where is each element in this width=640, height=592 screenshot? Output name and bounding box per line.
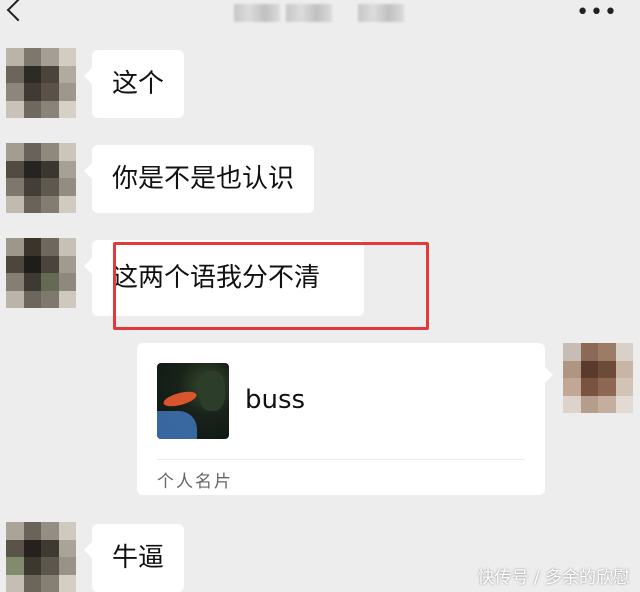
avatar[interactable] [6,238,76,308]
more-options-icon[interactable]: ••• [576,0,618,25]
contact-card-name: buss [245,385,306,415]
chat-title-pixelated [234,4,404,22]
chat-header: ••• [0,0,640,36]
back-arrow-icon[interactable] [6,0,30,22]
message-text: 这个 [112,69,165,99]
avatar[interactable] [6,522,76,592]
watermark: 快传号 / 多余的欣慰 [477,568,630,588]
divider [157,459,525,460]
message-text: 牛逼 [112,543,165,573]
avatar[interactable] [6,48,76,118]
contact-card[interactable]: buss 个人名片 [137,343,553,495]
my-avatar[interactable] [563,343,633,413]
avatar[interactable] [6,143,76,213]
highlight-box [113,242,429,330]
message-text: 你是不是也认识 [112,164,295,194]
contact-card-avatar [157,363,229,439]
contact-card-label: 个人名片 [157,472,233,492]
message-bubble[interactable]: 你是不是也认识 [83,145,315,213]
message-bubble[interactable]: 这个 [83,50,185,118]
message-bubble[interactable]: 牛逼 [83,524,185,592]
